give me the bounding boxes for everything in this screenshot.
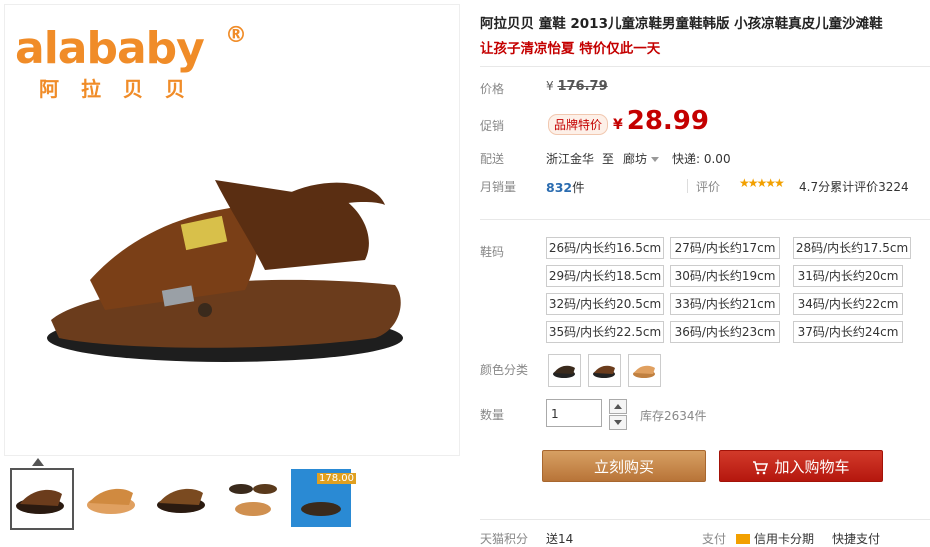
thumbnail-4[interactable] (222, 468, 284, 528)
currency-symbol: ¥ (546, 79, 554, 93)
original-price-value: 176.79 (557, 79, 608, 94)
size-option[interactable]: 34码/内长约22cm (793, 293, 903, 315)
sales-count: 832 (546, 180, 573, 195)
size-option[interactable]: 26码/内长约16.5cm (546, 237, 664, 259)
sales-label: 月销量 (480, 180, 517, 194)
brand-logo-text: alababy (15, 23, 205, 74)
points-value: 送14 (546, 532, 574, 546)
quantity-decrease-button[interactable] (609, 415, 627, 430)
chevron-up-icon (614, 404, 622, 409)
promo-price: ¥28.99 (613, 106, 709, 136)
brand-logo-cn: 阿拉贝贝 (39, 77, 207, 101)
color-option-brown[interactable] (588, 354, 621, 387)
shipping-fee: 快递: 0.00 (672, 152, 731, 166)
chevron-down-icon (651, 157, 660, 162)
size-option[interactable]: 37码/内长约24cm (793, 321, 903, 343)
ship-to-word: 至 (602, 152, 615, 166)
size-option[interactable]: 28码/内长约17.5cm (793, 237, 911, 259)
promo-currency: ¥ (613, 117, 623, 133)
ship-to-selector[interactable]: 廊坊 (623, 150, 660, 167)
divider (480, 519, 930, 520)
color-option-tan[interactable] (628, 354, 661, 387)
sales-unit: 件 (572, 180, 585, 195)
promo-badge: 品牌特价 (548, 114, 609, 135)
thumbnail-strip: 178.00 (10, 466, 460, 530)
color-label: 颜色分类 (480, 363, 529, 377)
product-subtitle: 让孩子清凉怡夏 特价仅此一天 (480, 41, 661, 57)
chevron-down-icon (614, 420, 622, 425)
thumbnail-price-banner: 178.00 (317, 473, 356, 484)
payment-option-installment-label: 信用卡分期 (754, 532, 815, 546)
size-option[interactable]: 33码/内长约21cm (670, 293, 780, 315)
brand-logo: alababy ® 阿拉贝贝 (15, 23, 247, 102)
credit-card-icon (736, 534, 750, 544)
size-option[interactable]: 27码/内长约17cm (670, 237, 780, 259)
thumbnail-1[interactable] (10, 468, 74, 530)
registered-mark: ® (225, 23, 247, 48)
size-option[interactable]: 31码/内长约20cm (793, 265, 903, 287)
rating-label: 评价 (696, 180, 721, 194)
product-details: 阿拉贝贝 童鞋 2013儿童凉鞋男童鞋韩版 小孩凉鞋真皮儿童沙滩鞋 让孩子清凉怡… (470, 0, 930, 546)
product-gallery: alababy ® 阿拉贝贝 178.00 (0, 0, 462, 538)
thumbnail-5[interactable]: 178.00 (290, 468, 356, 528)
divider (480, 219, 930, 220)
thumb-active-indicator (32, 458, 44, 466)
monthly-sales: 832件 (546, 177, 585, 196)
ship-from: 浙江金华 (546, 152, 595, 166)
divider (687, 179, 688, 193)
divider (480, 66, 930, 67)
size-option[interactable]: 30码/内长约19cm (670, 265, 780, 287)
promo-price-value: 28.99 (626, 106, 709, 136)
points-label: 天猫积分 (480, 532, 529, 546)
size-option[interactable]: 35码/内长约22.5cm (546, 321, 664, 343)
payment-option-quick: 快捷支付 (832, 532, 881, 546)
cart-icon (753, 461, 769, 475)
size-option[interactable]: 32码/内长约20.5cm (546, 293, 664, 315)
size-option[interactable]: 29码/内长约18.5cm (546, 265, 664, 287)
buy-now-button[interactable]: 立刻购买 (542, 450, 706, 482)
sandal-image (47, 180, 403, 362)
rating-summary-link[interactable]: 4.7分累计评价3224 (799, 178, 909, 195)
color-option-black[interactable] (548, 354, 581, 387)
price-label: 价格 (480, 82, 505, 96)
product-title: 阿拉贝贝 童鞋 2013儿童凉鞋男童鞋韩版 小孩凉鞋真皮儿童沙滩鞋 (480, 16, 883, 32)
original-price: ¥ 176.79 (546, 79, 608, 94)
add-to-cart-button[interactable]: 加入购物车 (719, 450, 883, 482)
promo-label: 促销 (480, 119, 505, 133)
quantity-input[interactable]: 1 (546, 399, 602, 427)
add-to-cart-label: 加入购物车 (774, 458, 850, 476)
size-label: 鞋码 (480, 245, 505, 259)
ship-to-city: 廊坊 (623, 152, 648, 166)
stock-count: 库存2634件 (640, 409, 707, 423)
star-rating-icon: ★★★★★ (739, 176, 785, 190)
payment-label: 支付 (702, 532, 727, 546)
shipping-label: 配送 (480, 152, 505, 166)
main-product-image[interactable]: alababy ® 阿拉贝贝 (4, 4, 460, 456)
quantity-increase-button[interactable] (609, 399, 627, 414)
thumbnail-3[interactable] (150, 468, 212, 528)
size-option[interactable]: 36码/内长约23cm (670, 321, 780, 343)
thumbnail-2[interactable] (80, 468, 142, 528)
quantity-label: 数量 (480, 408, 505, 422)
payment-option-installment: 信用卡分期 (736, 530, 814, 547)
